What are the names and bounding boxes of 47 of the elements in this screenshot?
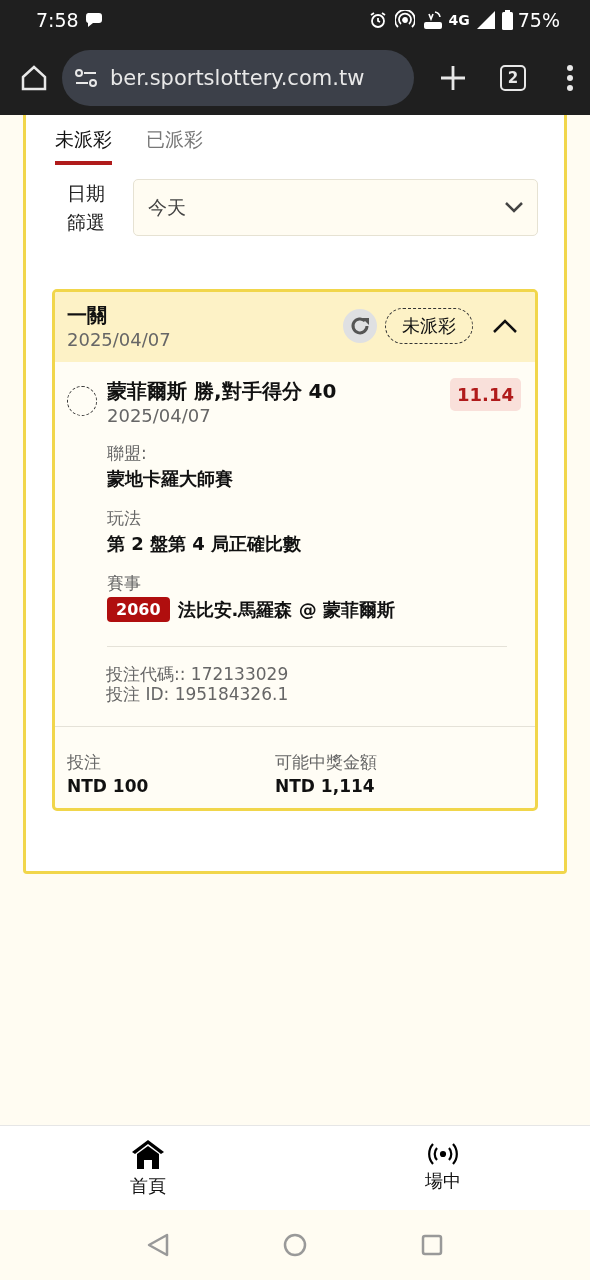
- chat-icon: [84, 11, 105, 29]
- home-icon[interactable]: [20, 63, 48, 92]
- signal-icon: [475, 10, 496, 30]
- chevron-up-icon[interactable]: [493, 319, 517, 333]
- nav-item[interactable]: 首頁: [0, 1126, 295, 1210]
- more-menu-icon[interactable]: [566, 64, 574, 91]
- battery-level: 75%: [517, 9, 560, 31]
- date-select[interactable]: 今天: [132, 179, 538, 236]
- event-code: 2060: [107, 597, 170, 622]
- bet-date: 2025/04/07: [67, 329, 171, 350]
- status-tab[interactable]: 已派彩: [146, 123, 203, 165]
- detail-value: 第 2 盤第 4 局正確比數: [107, 532, 303, 556]
- back-icon[interactable]: [147, 1233, 169, 1257]
- volte-icon: [422, 10, 443, 30]
- battery-icon: [501, 10, 513, 30]
- bet-reference: 投注代碼:: 172133029: [106, 665, 290, 685]
- alarm-icon: [368, 11, 387, 29]
- bet-reference: 投注 ID: 195184326.1: [106, 684, 290, 705]
- filter-label: 日期篩選: [65, 181, 106, 235]
- status-tab[interactable]: 未派彩: [55, 123, 112, 165]
- nav-item[interactable]: 場中: [295, 1126, 590, 1210]
- chevron-down-icon: [505, 202, 523, 213]
- detail-value: 蒙地卡羅大師賽: [107, 467, 234, 491]
- site-settings-icon[interactable]: [74, 67, 98, 88]
- detail-label: 聯盟:: [107, 442, 148, 465]
- url-text: ber.sportslottery.com.tw: [110, 65, 365, 90]
- odds-value: 11.14: [450, 378, 521, 411]
- clock-time: 7:58: [36, 9, 79, 31]
- home-circle-icon[interactable]: [283, 1233, 307, 1257]
- hotspot-icon: [394, 10, 415, 30]
- detail-label: 玩法: [107, 507, 142, 530]
- network-type: 4G: [448, 12, 470, 28]
- selection-date: 2025/04/07: [107, 405, 212, 426]
- summary-value: NTD 1,114: [275, 776, 376, 797]
- summary-value: NTD 100: [67, 776, 150, 797]
- summary-label: 投注: [67, 751, 102, 775]
- recents-icon[interactable]: [421, 1234, 443, 1256]
- broadcast-icon: [427, 1143, 458, 1165]
- selection-name: 蒙菲爾斯 勝,對手得分 40: [107, 378, 337, 405]
- refresh-icon[interactable]: [343, 309, 377, 343]
- bet-type: 一關: [67, 302, 108, 329]
- tab-count[interactable]: 2: [500, 64, 526, 91]
- event-name: 法比安.馬羅森 @ 蒙菲爾斯: [177, 597, 395, 622]
- summary-label: 可能中獎金額: [275, 751, 378, 775]
- address-bar[interactable]: ber.sportslottery.com.tw: [62, 49, 414, 106]
- new-tab-icon[interactable]: [440, 64, 466, 91]
- detail-label: 賽事: [107, 572, 142, 595]
